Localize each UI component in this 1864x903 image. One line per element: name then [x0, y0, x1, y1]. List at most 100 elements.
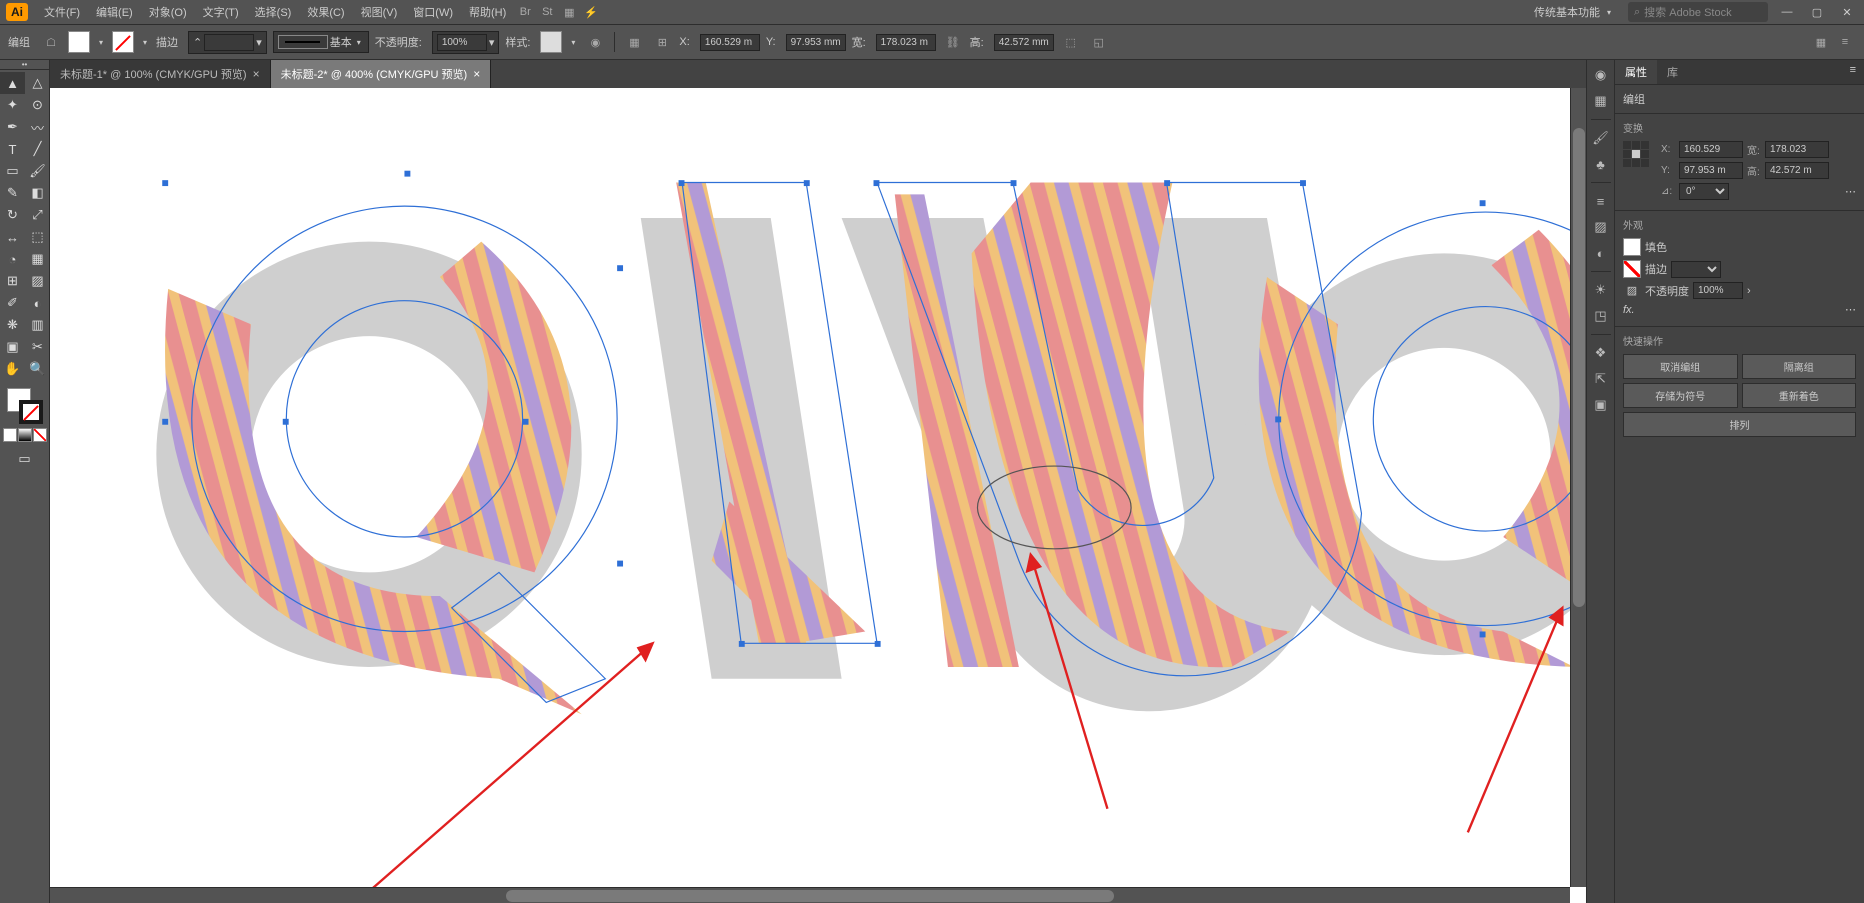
brushes-panel-icon[interactable]: 🖌: [1590, 127, 1612, 149]
toolbar-grip[interactable]: ••: [0, 60, 49, 70]
search-input[interactable]: ⌕ 搜索 Adobe Stock: [1628, 2, 1768, 22]
graph-tool[interactable]: ▥: [25, 314, 50, 336]
panel-menu-icon[interactable]: ≡: [1842, 60, 1864, 84]
transform-ref-icon[interactable]: ⊞: [651, 31, 673, 53]
free-transform-tool[interactable]: ⬚: [25, 226, 50, 248]
appearance-panel-icon[interactable]: ☀: [1590, 279, 1612, 301]
graphic-styles-panel-icon[interactable]: ◳: [1590, 305, 1612, 327]
home-icon[interactable]: ☖: [40, 31, 62, 53]
scale-tool[interactable]: ⤢: [25, 204, 50, 226]
gradient-tool[interactable]: ▨: [25, 270, 50, 292]
shape-builder-tool[interactable]: ◔: [0, 248, 25, 270]
more-options-icon[interactable]: ⋯: [1845, 185, 1856, 198]
link-wh-icon[interactable]: ⛓: [942, 31, 964, 53]
var-width-profile[interactable]: 基本 ▾: [273, 31, 369, 53]
menu-file[interactable]: 文件(F): [36, 1, 88, 23]
magic-wand-tool[interactable]: ✦: [0, 94, 25, 116]
tab-libraries[interactable]: 库: [1657, 60, 1688, 84]
stroke-weight-input[interactable]: ⌃▾: [188, 31, 267, 54]
window-close[interactable]: ✕: [1836, 5, 1858, 19]
bridge-icon[interactable]: Br: [514, 1, 536, 23]
appearance-stroke-swatch[interactable]: [1623, 260, 1641, 278]
prop-x-input[interactable]: [1679, 141, 1743, 158]
artboards-panel-icon[interactable]: ▣: [1590, 394, 1612, 416]
asset-export-panel-icon[interactable]: ⇱: [1590, 368, 1612, 390]
rectangle-tool[interactable]: ▭: [0, 160, 25, 182]
h-input[interactable]: [994, 34, 1054, 51]
close-icon[interactable]: ×: [473, 67, 480, 81]
close-icon[interactable]: ×: [253, 67, 260, 81]
fill-stroke-control[interactable]: [7, 388, 43, 424]
panel-menu-icon[interactable]: ≡: [1834, 31, 1856, 53]
hand-tool[interactable]: ✋: [0, 358, 25, 380]
y-input[interactable]: [786, 34, 846, 51]
fx-button[interactable]: fx.: [1623, 304, 1635, 316]
vertical-scrollbar[interactable]: [1570, 88, 1586, 887]
align-icon[interactable]: ▦: [623, 31, 645, 53]
fill-swatch[interactable]: [68, 31, 90, 53]
line-tool[interactable]: ╱: [25, 138, 50, 160]
shape-icon[interactable]: ⬚: [1060, 31, 1082, 53]
menu-edit[interactable]: 编辑(E): [88, 1, 141, 23]
zoom-tool[interactable]: 🔍: [25, 358, 50, 380]
window-minimize[interactable]: —: [1776, 5, 1798, 19]
isolate-button[interactable]: 隔离组: [1742, 354, 1857, 379]
window-maximize[interactable]: ▢: [1806, 5, 1828, 19]
stroke-dropdown[interactable]: ▾: [140, 38, 150, 47]
width-tool[interactable]: ↔: [0, 226, 25, 248]
opacity-field[interactable]: [437, 34, 487, 51]
menu-type[interactable]: 文字(T): [195, 1, 247, 23]
opacity-input[interactable]: ▾: [432, 31, 500, 54]
stroke-swatch[interactable]: [112, 31, 134, 53]
graphic-style-swatch[interactable]: [540, 31, 562, 53]
eyedropper-tool[interactable]: ✐: [0, 292, 25, 314]
menu-window[interactable]: 窗口(W): [405, 1, 461, 23]
prop-y-input[interactable]: [1679, 162, 1743, 179]
stroke-weight-field[interactable]: [204, 34, 254, 51]
opacity-chevron-icon[interactable]: ›: [1747, 285, 1751, 297]
lasso-tool[interactable]: ⊙: [25, 94, 50, 116]
recolor-icon[interactable]: ◉: [584, 31, 606, 53]
mesh-tool[interactable]: ⊞: [0, 270, 25, 292]
blend-tool[interactable]: ◐: [25, 292, 50, 314]
tab-properties[interactable]: 属性: [1615, 60, 1657, 84]
pen-tool[interactable]: ✒: [0, 116, 25, 138]
arrange-button[interactable]: 排列: [1623, 412, 1856, 437]
none-mode[interactable]: [33, 428, 47, 442]
arrange-docs-icon[interactable]: ▦: [558, 1, 580, 23]
ungroup-button[interactable]: 取消编组: [1623, 354, 1738, 379]
save-symbol-button[interactable]: 存储为符号: [1623, 383, 1738, 408]
menu-object[interactable]: 对象(O): [141, 1, 195, 23]
selection-tool[interactable]: ▲: [0, 72, 25, 94]
menu-view[interactable]: 视图(V): [353, 1, 406, 23]
symbols-panel-icon[interactable]: ♣: [1590, 153, 1612, 175]
gpu-icon[interactable]: ⚡: [580, 1, 602, 23]
swatches-panel-icon[interactable]: ▦: [1590, 90, 1612, 112]
style-dropdown[interactable]: ▾: [568, 38, 578, 47]
transparency-panel-icon[interactable]: ◐: [1590, 242, 1612, 264]
slice-tool[interactable]: ✂: [25, 336, 50, 358]
doc-tab-2[interactable]: 未标题-2* @ 400% (CMYK/GPU 预览) ×: [271, 60, 492, 88]
isolate-icon[interactable]: ◱: [1088, 31, 1110, 53]
perspective-tool[interactable]: ▦: [25, 248, 50, 270]
appearance-stroke-weight[interactable]: [1671, 261, 1721, 278]
canvas[interactable]: [50, 88, 1586, 903]
gradient-panel-icon[interactable]: ▨: [1590, 216, 1612, 238]
more-options-icon[interactable]: ⋯: [1845, 303, 1856, 316]
prop-w-input[interactable]: [1765, 141, 1829, 158]
doc-tab-1[interactable]: 未标题-1* @ 100% (CMYK/GPU 预览) ×: [50, 60, 271, 88]
appearance-fill-swatch[interactable]: [1623, 238, 1641, 256]
recolor-button[interactable]: 重新着色: [1742, 383, 1857, 408]
screen-mode[interactable]: ▭: [12, 448, 37, 470]
type-tool[interactable]: T: [0, 138, 25, 160]
menu-select[interactable]: 选择(S): [247, 1, 300, 23]
stroke-panel-icon[interactable]: ≡: [1590, 190, 1612, 212]
toggle-panels-icon[interactable]: ▦: [1810, 31, 1832, 53]
menu-effect[interactable]: 效果(C): [299, 1, 352, 23]
color-mode[interactable]: [3, 428, 17, 442]
artboard-tool[interactable]: ▣: [0, 336, 25, 358]
symbol-sprayer-tool[interactable]: ❋: [0, 314, 25, 336]
color-panel-icon[interactable]: ◉: [1590, 64, 1612, 86]
x-input[interactable]: [700, 34, 760, 51]
gradient-mode[interactable]: [18, 428, 32, 442]
